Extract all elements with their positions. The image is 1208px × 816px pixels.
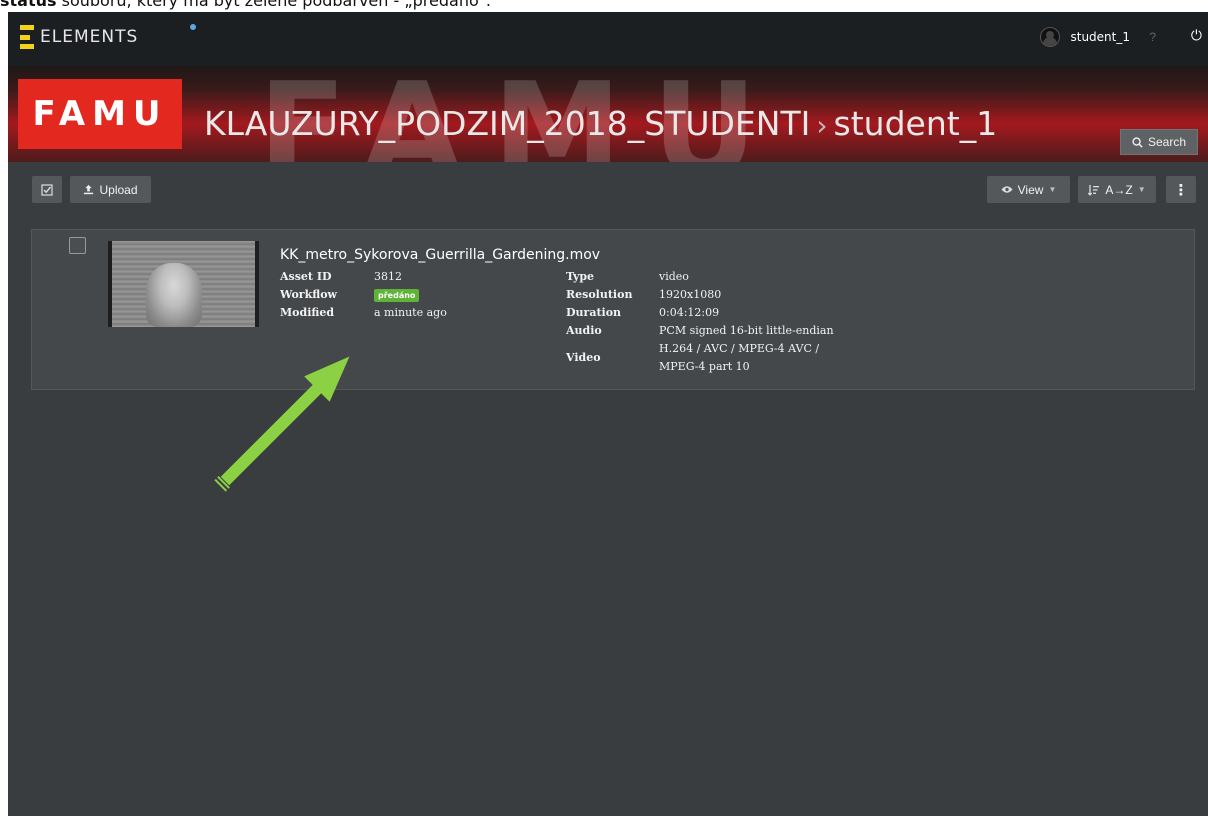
power-icon[interactable]: ⏻	[1191, 27, 1202, 44]
breadcrumb-separator: ›	[816, 109, 828, 142]
view-label: View	[1017, 182, 1044, 197]
famu-logo: FAMU	[18, 79, 182, 149]
checkbox-check-icon	[41, 183, 53, 196]
workflow-label: Workflow	[280, 288, 338, 301]
upload-button[interactable]: Upload	[70, 176, 151, 203]
avatar	[1040, 27, 1061, 47]
help-icon[interactable]: ?	[1149, 30, 1156, 44]
sort-icon	[1088, 184, 1100, 196]
chevron-down-icon: ▼	[1048, 185, 1057, 194]
upload-label: Upload	[99, 182, 138, 197]
duration-value: 0:04:12:09	[659, 306, 720, 319]
elements-logo-icon	[20, 25, 34, 49]
right-meta-values: video 1920x1080 0:04:12:09 PCM signed 16…	[659, 268, 849, 376]
asset-filename[interactable]: KK_metro_Sykorova_Guerrilla_Gardening.mo…	[280, 247, 600, 263]
username: student_1	[1070, 30, 1130, 44]
project-banner: FAMU FAMU KLAUZURY_PODZIM_2018_STUDENTI ›…	[8, 66, 1208, 162]
breadcrumb-current: student_1	[833, 104, 998, 143]
sort-dropdown[interactable]: A→Z ▼	[1078, 176, 1156, 203]
asset-checkbox[interactable]	[69, 237, 86, 254]
video-label: Video	[566, 351, 601, 364]
video-value: H.264 / AVC / MPEG-4 AVC / MPEG-4 part 1…	[659, 342, 820, 373]
eye-icon	[1001, 186, 1013, 193]
asset-thumbnail[interactable]	[108, 241, 259, 327]
asset-card[interactable]: KK_metro_Sykorova_Guerrilla_Gardening.mo…	[31, 229, 1195, 390]
upload-icon	[84, 184, 94, 195]
notification-dot-icon	[190, 24, 196, 30]
caption-prefix: status	[0, 0, 57, 10]
elements-logo[interactable]: ELEMENTS	[20, 25, 138, 49]
modified-value: a minute ago	[374, 306, 447, 319]
chevron-down-icon: ▼	[1137, 185, 1146, 194]
more-options-icon[interactable]: ⋮	[1166, 176, 1196, 203]
asset-id-value: 3812	[374, 270, 402, 283]
annotation-arrow-icon	[214, 356, 350, 492]
breadcrumb-root[interactable]: KLAUZURY_PODZIM_2018_STUDENTI	[204, 104, 810, 143]
search-label: Search	[1147, 135, 1187, 149]
toolbar: Upload View ▼ A→Z ▼ ⋮	[8, 162, 1208, 218]
thumbnail-figure	[146, 263, 202, 327]
right-meta-labels: Type Resolution Duration Audio Video	[566, 268, 656, 367]
asset-id-label: Asset ID	[280, 270, 332, 283]
workflow-value: předáno	[374, 286, 524, 304]
user-menu[interactable]: student_1	[1040, 27, 1130, 47]
type-value: video	[659, 270, 689, 283]
sort-label: A→Z	[1105, 182, 1133, 197]
caption-text: souboru, který má být zeleně podbarven -…	[56, 0, 491, 10]
logo-text: ELEMENTS	[40, 27, 139, 47]
left-meta-values: 3812 předáno a minute ago	[374, 268, 524, 322]
search-button[interactable]: Search	[1120, 129, 1198, 155]
audio-label: Audio	[566, 324, 602, 337]
audio-value: PCM signed 16-bit little-endian	[659, 324, 834, 337]
workflow-status-badge: předáno	[374, 289, 420, 302]
resolution-label: Resolution	[566, 288, 633, 301]
top-bar: ELEMENTS student_1 ? ⏻	[8, 12, 1208, 66]
view-dropdown[interactable]: View ▼	[987, 176, 1070, 203]
resolution-value: 1920x1080	[659, 288, 722, 301]
app-window: ELEMENTS student_1 ? ⏻ FAMU FAMU KLAUZUR…	[8, 12, 1208, 816]
select-all-button[interactable]	[32, 176, 62, 203]
breadcrumb: KLAUZURY_PODZIM_2018_STUDENTI › student_1	[204, 104, 997, 143]
modified-label: Modified	[280, 306, 335, 319]
duration-label: Duration	[566, 306, 622, 319]
search-icon	[1132, 136, 1143, 148]
type-label: Type	[566, 270, 595, 283]
left-meta-labels: Asset ID Workflow Modified	[280, 268, 360, 322]
